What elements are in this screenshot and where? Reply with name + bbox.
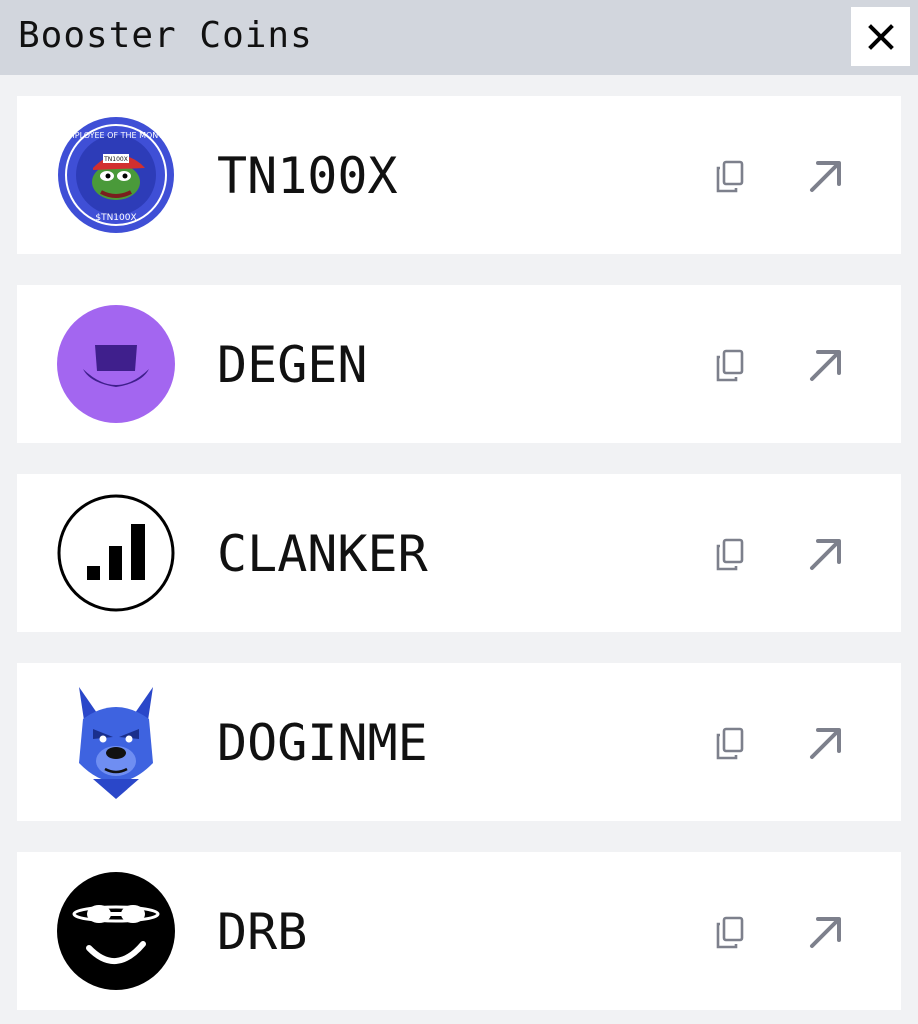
page-title: Booster Coins <box>18 15 313 56</box>
header: Booster Coins <box>0 0 918 75</box>
open-link-button[interactable] <box>804 154 848 198</box>
coin-name: CLANKER <box>217 525 428 583</box>
open-link-button[interactable] <box>804 721 848 765</box>
open-link-button[interactable] <box>804 343 848 387</box>
arrow-up-right-icon <box>810 917 841 948</box>
arrow-up-right-icon <box>810 539 841 570</box>
coin-name: DEGEN <box>217 336 368 394</box>
copy-icon <box>716 538 744 571</box>
open-link-button[interactable] <box>804 532 848 576</box>
copy-icon <box>716 349 744 382</box>
degen-logo <box>57 305 175 423</box>
copy-button[interactable] <box>710 535 750 575</box>
list-item-doginme[interactable]: DOGINME <box>17 663 901 821</box>
drb-logo <box>57 872 175 990</box>
clanker-logo <box>57 494 175 612</box>
close-button[interactable] <box>851 7 910 66</box>
svg-text:EMPLOYEE OF THE MONTH: EMPLOYEE OF THE MONTH <box>63 131 169 140</box>
arrow-up-right-icon <box>810 350 841 381</box>
open-link-button[interactable] <box>804 910 848 954</box>
copy-button[interactable] <box>710 724 750 764</box>
svg-text:$TN100X: $TN100X <box>95 213 136 223</box>
list-item-clanker[interactable]: CLANKER <box>17 474 901 632</box>
list-item-degen[interactable]: DEGEN <box>17 285 901 443</box>
doginme-logo <box>57 683 175 801</box>
close-icon <box>867 23 894 50</box>
copy-icon <box>716 727 744 760</box>
coin-name: TN100X <box>217 147 398 205</box>
list-item-drb[interactable]: DRB <box>17 852 901 1010</box>
tn100x-logo: TN100X EMPLOYEE OF THE MONTH $TN100X <box>57 116 175 234</box>
coin-name: DRB <box>217 903 308 961</box>
copy-icon <box>716 160 744 193</box>
list-item-tn100x[interactable]: TN100X EMPLOYEE OF THE MONTH $TN100X TN1… <box>17 96 901 254</box>
copy-button[interactable] <box>710 913 750 953</box>
arrow-up-right-icon <box>810 161 841 192</box>
copy-button[interactable] <box>710 157 750 197</box>
copy-icon <box>716 916 744 949</box>
svg-text:TN100X: TN100X <box>103 156 128 163</box>
copy-button[interactable] <box>710 346 750 386</box>
arrow-up-right-icon <box>810 728 841 759</box>
coin-list: TN100X EMPLOYEE OF THE MONTH $TN100X TN1… <box>17 96 901 1010</box>
coin-name: DOGINME <box>217 714 428 772</box>
